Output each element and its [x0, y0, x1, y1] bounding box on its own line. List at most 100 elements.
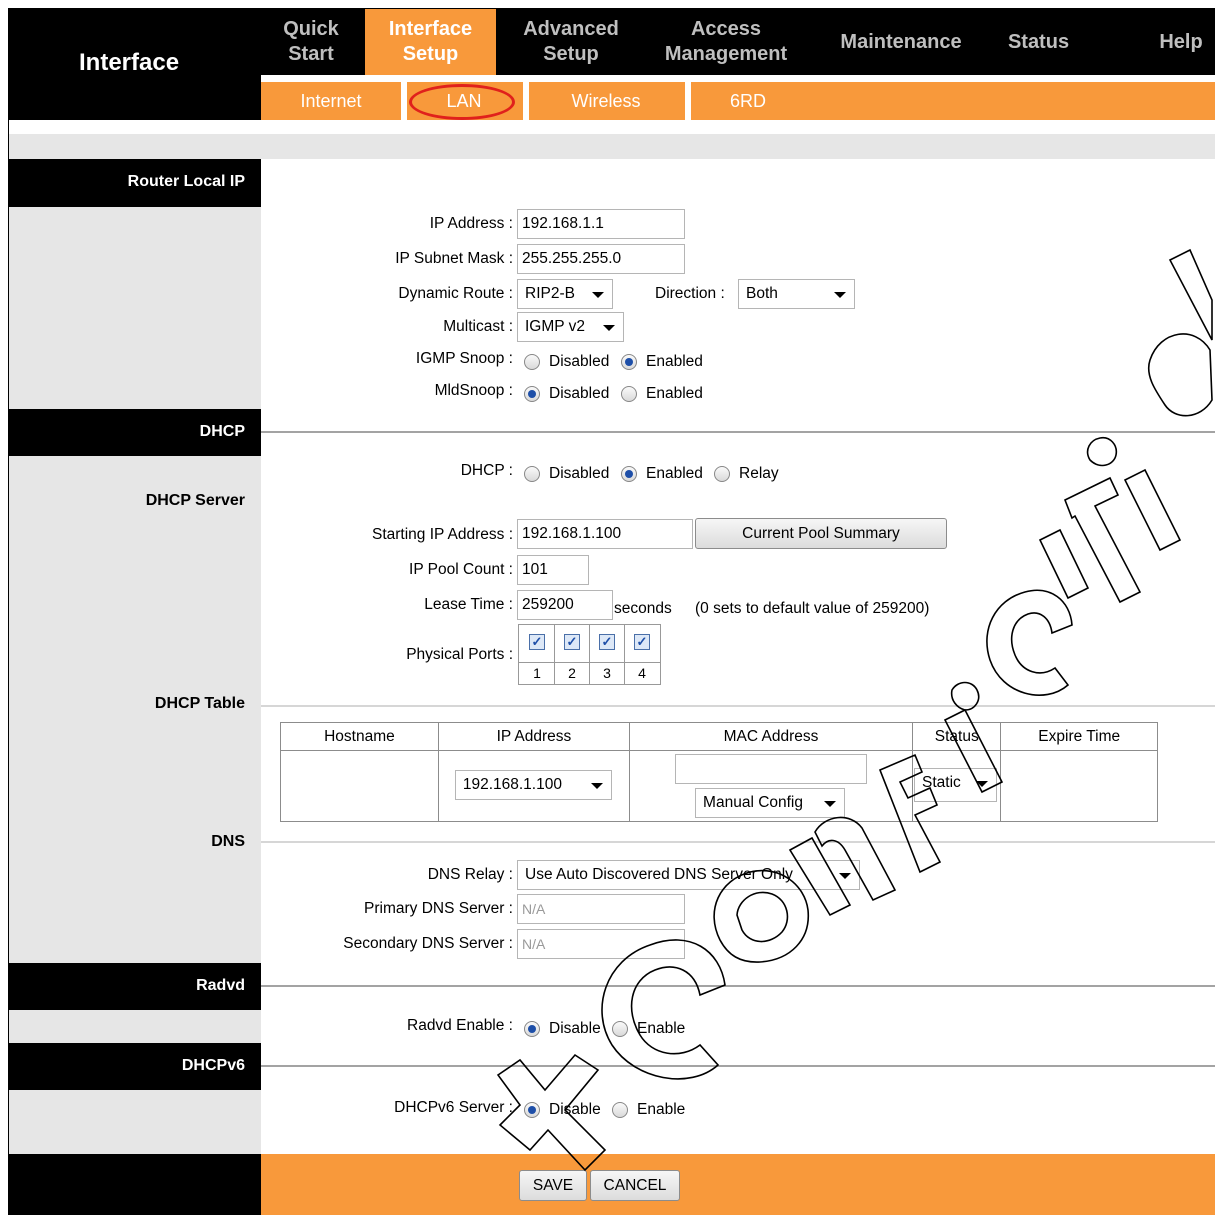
column-header-hostname: Hostname [280, 722, 439, 751]
port-4-checkbox[interactable]: ✓ [634, 634, 650, 650]
dhcp-relay-radio[interactable] [714, 466, 730, 482]
dns-relay-select[interactable]: Use Auto Discovered DNS Server Only [517, 860, 860, 890]
chevron-down-icon [592, 292, 604, 298]
mac-config-select[interactable]: Manual Config [695, 788, 846, 818]
section-dhcp: DHCP [9, 409, 261, 456]
dhcp-enabled-radio[interactable] [621, 466, 637, 482]
dhcp-enabled-label: Enabled [646, 465, 703, 482]
dhcp-disabled-radio[interactable] [524, 466, 540, 482]
top-navigation: Quick Start Interface Setup Advanced Setup … [261, 9, 1215, 75]
dhcp-table: Hostname IP Address MAC Address Status E… [280, 722, 1158, 822]
dhcpv6-server-label: DHCPv6 Server : [394, 1099, 513, 1116]
cancel-button[interactable]: CANCEL [590, 1170, 680, 1201]
mld-enabled-label: Enabled [646, 385, 703, 402]
hostname-cell [280, 750, 439, 822]
expire-time-cell [1000, 750, 1158, 822]
lease-time-unit: seconds [614, 600, 672, 617]
primary-dns-input[interactable]: N/A [517, 894, 685, 924]
chevron-down-icon [603, 325, 615, 331]
section-radvd: Radvd [9, 963, 261, 1010]
subnet-mask-input[interactable]: 255.255.255.0 [517, 244, 685, 274]
ip-address-label: IP Address : [429, 215, 513, 232]
igmp-enabled-radio[interactable] [621, 354, 637, 370]
igmp-enabled-label: Enabled [646, 353, 703, 370]
primary-dns-label: Primary DNS Server : [364, 900, 513, 917]
radvd-enable-option-label: Enable [637, 1020, 686, 1037]
multicast-select[interactable]: IGMP v2 [517, 312, 624, 342]
mld-enabled-radio[interactable] [621, 386, 637, 402]
brand-label: Interface [9, 9, 261, 120]
dhcp-label: DHCP : [460, 462, 513, 479]
igmp-snoop-label: IGMP Snoop : [415, 350, 513, 367]
starting-ip-label: Starting IP Address : [371, 526, 513, 543]
subnet-mask-label: IP Subnet Mask : [395, 250, 513, 267]
tab-maintenance[interactable]: Maintenance [821, 9, 981, 75]
dhcp-table-ip-select[interactable]: 192.168.1.100 [454, 770, 612, 800]
chevron-down-icon [590, 783, 603, 789]
chevron-down-icon [839, 873, 851, 879]
section-divider [261, 841, 1215, 843]
port-2-checkbox[interactable]: ✓ [564, 634, 580, 650]
physical-ports-label: Physical Ports : [406, 646, 513, 663]
dynamic-route-label: Dynamic Route : [398, 285, 513, 302]
dhcpv6-enable-radio[interactable] [612, 1102, 628, 1118]
subsection-dhcp-server: DHCP Server [145, 492, 245, 509]
radvd-disable-label: Disable [549, 1020, 601, 1037]
ip-address-cell: 192.168.1.100 [437, 750, 631, 822]
subtab-wireless[interactable]: Wireless [531, 82, 681, 120]
tab-quick-start[interactable]: Quick Start [261, 9, 361, 75]
secondary-dns-input[interactable]: N/A [517, 929, 685, 959]
footer-left [9, 1154, 261, 1215]
column-header-ip-address: IP Address [437, 722, 631, 751]
direction-select[interactable]: Both [738, 279, 855, 309]
port-1-checkbox[interactable]: ✓ [529, 634, 545, 650]
pool-count-input[interactable]: 101 [517, 555, 589, 585]
section-dhcpv6: DHCPv6 [9, 1043, 261, 1090]
subtab-divider [523, 82, 529, 120]
tab-advanced-setup[interactable]: Advanced Setup [501, 9, 641, 75]
column-header-status: Status [912, 722, 1002, 751]
chevron-down-icon [824, 801, 837, 807]
dhcp-relay-label: Relay [739, 465, 779, 482]
section-divider [261, 985, 1215, 987]
sub-navigation: Internet LAN Wireless 6RD [261, 82, 1215, 120]
mld-disabled-radio[interactable] [524, 386, 540, 402]
subtab-divider [685, 82, 691, 120]
igmp-disabled-radio[interactable] [524, 354, 540, 370]
lease-time-input[interactable]: 259200 [517, 590, 613, 620]
radvd-enable-radio[interactable] [612, 1021, 628, 1037]
subsection-dns: DNS [211, 833, 245, 850]
mac-address-input[interactable] [675, 754, 868, 784]
dynamic-route-select[interactable]: RIP2-B [517, 279, 613, 309]
subtab-6rd[interactable]: 6RD [693, 82, 803, 120]
port-2-label: 2 [568, 665, 576, 681]
status-cell: Static [912, 750, 1002, 822]
lan-highlight-oval [409, 84, 515, 120]
status-select[interactable]: Static [914, 768, 998, 802]
column-header-mac-address: MAC Address [629, 722, 914, 751]
direction-label: Direction : [655, 285, 725, 302]
ip-address-input[interactable]: 192.168.1.1 [517, 209, 685, 239]
footer-bar [261, 1154, 1215, 1215]
section-divider [261, 431, 1215, 433]
section-divider [261, 705, 1215, 707]
mac-address-cell: Manual Config [629, 750, 914, 822]
port-3-checkbox[interactable]: ✓ [599, 634, 615, 650]
save-button[interactable]: SAVE [519, 1170, 587, 1201]
radvd-disable-radio[interactable] [524, 1021, 540, 1037]
dns-relay-label: DNS Relay : [427, 866, 513, 883]
section-router-local-ip: Router Local IP [9, 159, 261, 207]
tab-status[interactable]: Status [991, 9, 1086, 75]
dhcp-disabled-label: Disabled [549, 465, 610, 482]
tab-help[interactable]: Help [1141, 9, 1215, 75]
tab-interface-setup[interactable]: Interface Setup [365, 9, 496, 75]
subtab-internet[interactable]: Internet [261, 82, 401, 120]
tab-access-management[interactable]: Access Management [646, 9, 806, 75]
header-spacer-bar [9, 134, 1215, 159]
current-pool-summary-button[interactable]: Current Pool Summary [695, 518, 947, 549]
starting-ip-input[interactable]: 192.168.1.100 [517, 519, 693, 549]
port-3-label: 3 [603, 665, 611, 681]
port-1-label: 1 [533, 665, 541, 681]
dhcpv6-disable-radio[interactable] [524, 1102, 540, 1118]
igmp-disabled-label: Disabled [549, 353, 610, 370]
